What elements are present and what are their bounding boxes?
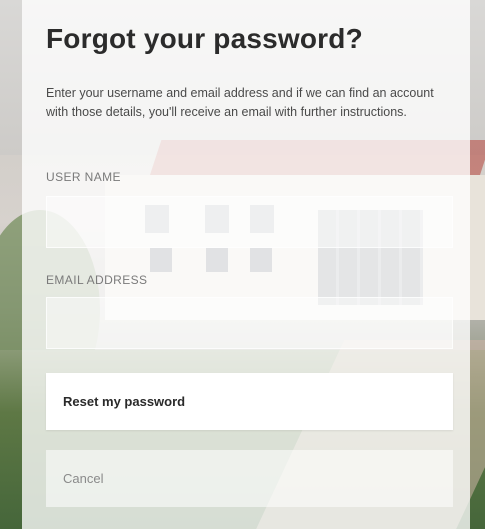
reset-password-label: Reset my password [63, 394, 186, 409]
email-label: EMAIL ADDRESS [46, 273, 148, 287]
email-field[interactable] [46, 297, 453, 349]
reset-password-button[interactable]: Reset my password [46, 373, 453, 430]
cancel-label: Cancel [63, 471, 104, 486]
username-field[interactable] [46, 196, 453, 248]
cancel-button[interactable]: Cancel [46, 450, 453, 507]
email-input[interactable] [47, 298, 452, 348]
username-input[interactable] [47, 197, 452, 247]
instructions-text: Enter your username and email address an… [46, 86, 434, 119]
page-title: Forgot your password? [46, 23, 363, 54]
username-label: USER NAME [46, 170, 121, 184]
